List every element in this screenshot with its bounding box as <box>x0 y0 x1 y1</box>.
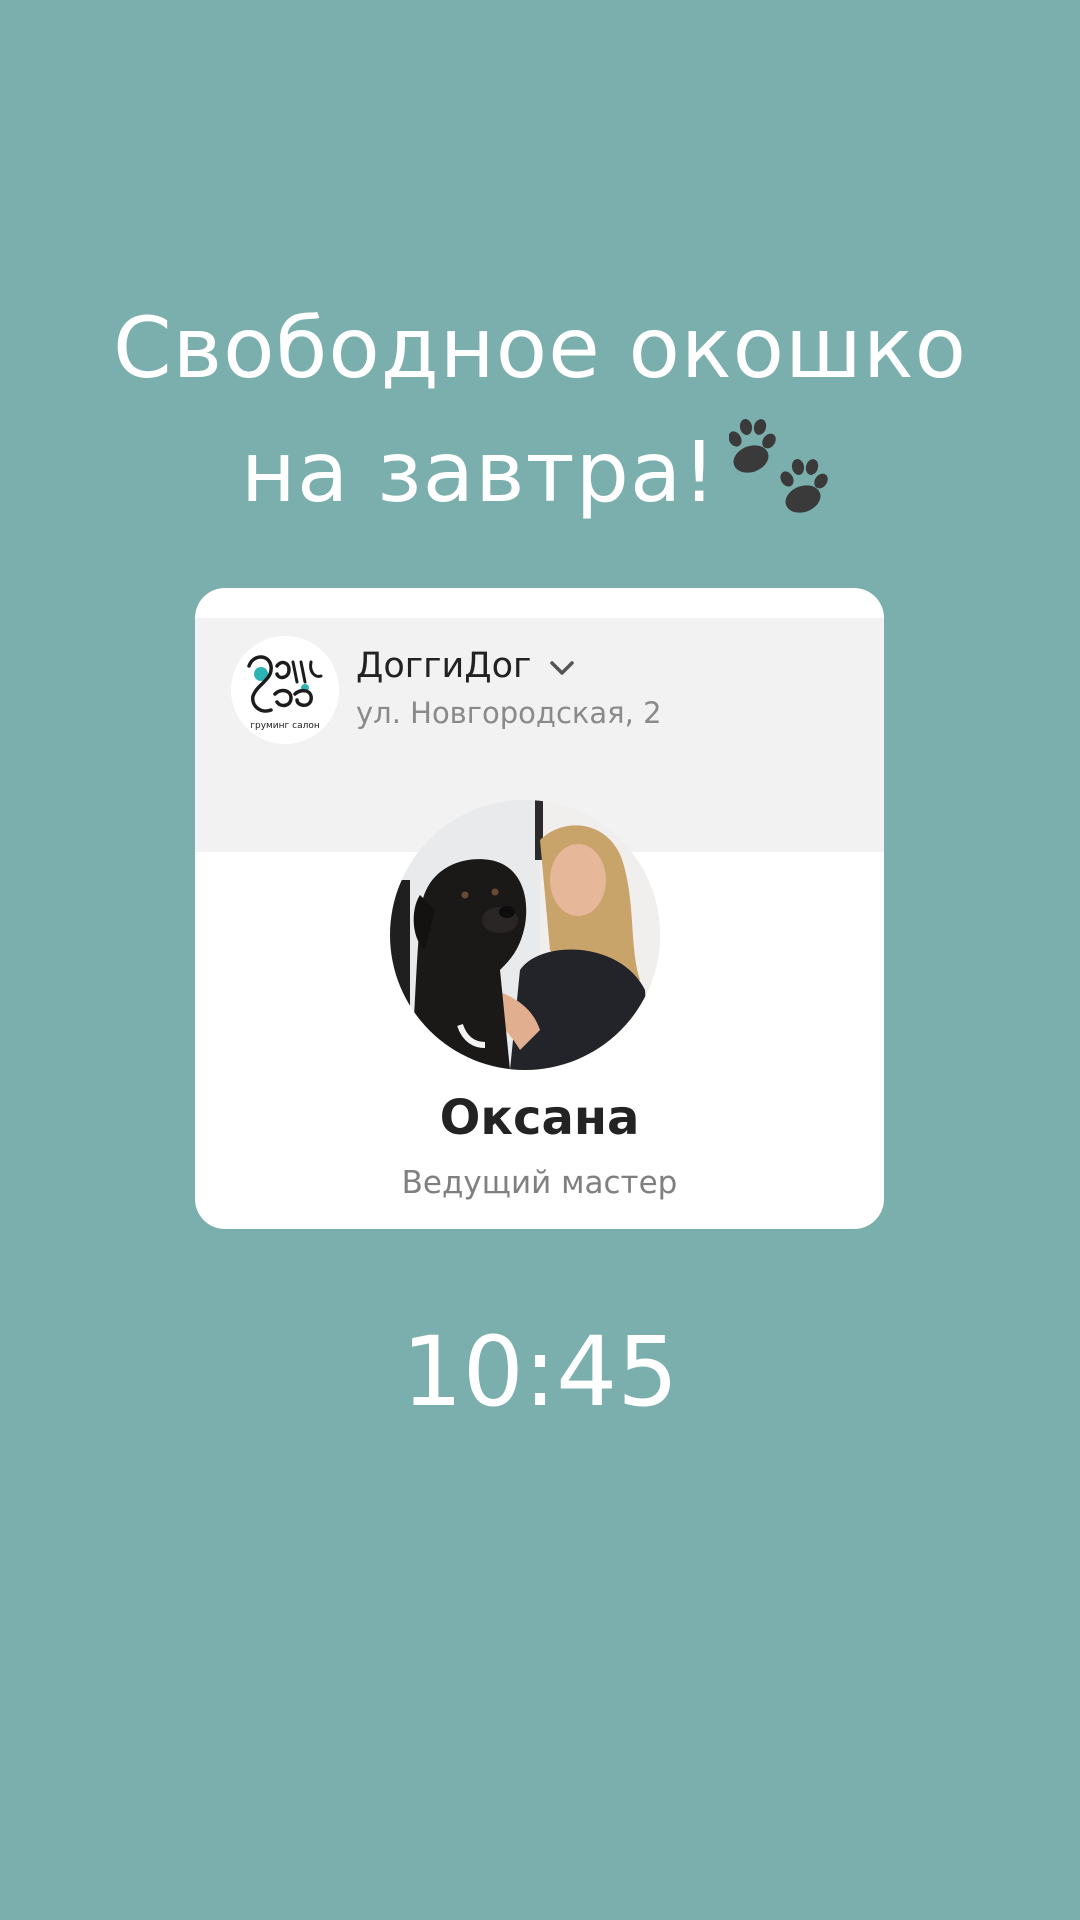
headline: Свободное окошко на завтра! <box>0 286 1080 548</box>
salon-logo: груминг салон <box>231 636 339 744</box>
chevron-down-icon[interactable] <box>544 650 580 686</box>
headline-line-1: Свободное окошко <box>112 299 968 397</box>
paw-prints-icon <box>728 415 839 548</box>
headline-line-2-wrap: на завтра! <box>0 410 1080 548</box>
headline-line-2: на завтра! <box>240 423 718 521</box>
salon-address: ул. Новгородская, 2 <box>356 696 662 730</box>
master-card[interactable]: груминг салон ДоггиДог ул. Новгородская,… <box>195 588 884 1229</box>
logo-caption: груминг салон <box>250 721 320 731</box>
slot-time: 10:45 <box>401 1316 679 1428</box>
salon-name[interactable]: ДоггиДог <box>356 646 531 686</box>
master-role: Ведущий мастер <box>401 1165 678 1201</box>
master-name: Оксана <box>439 1090 640 1146</box>
master-avatar <box>390 800 660 1070</box>
